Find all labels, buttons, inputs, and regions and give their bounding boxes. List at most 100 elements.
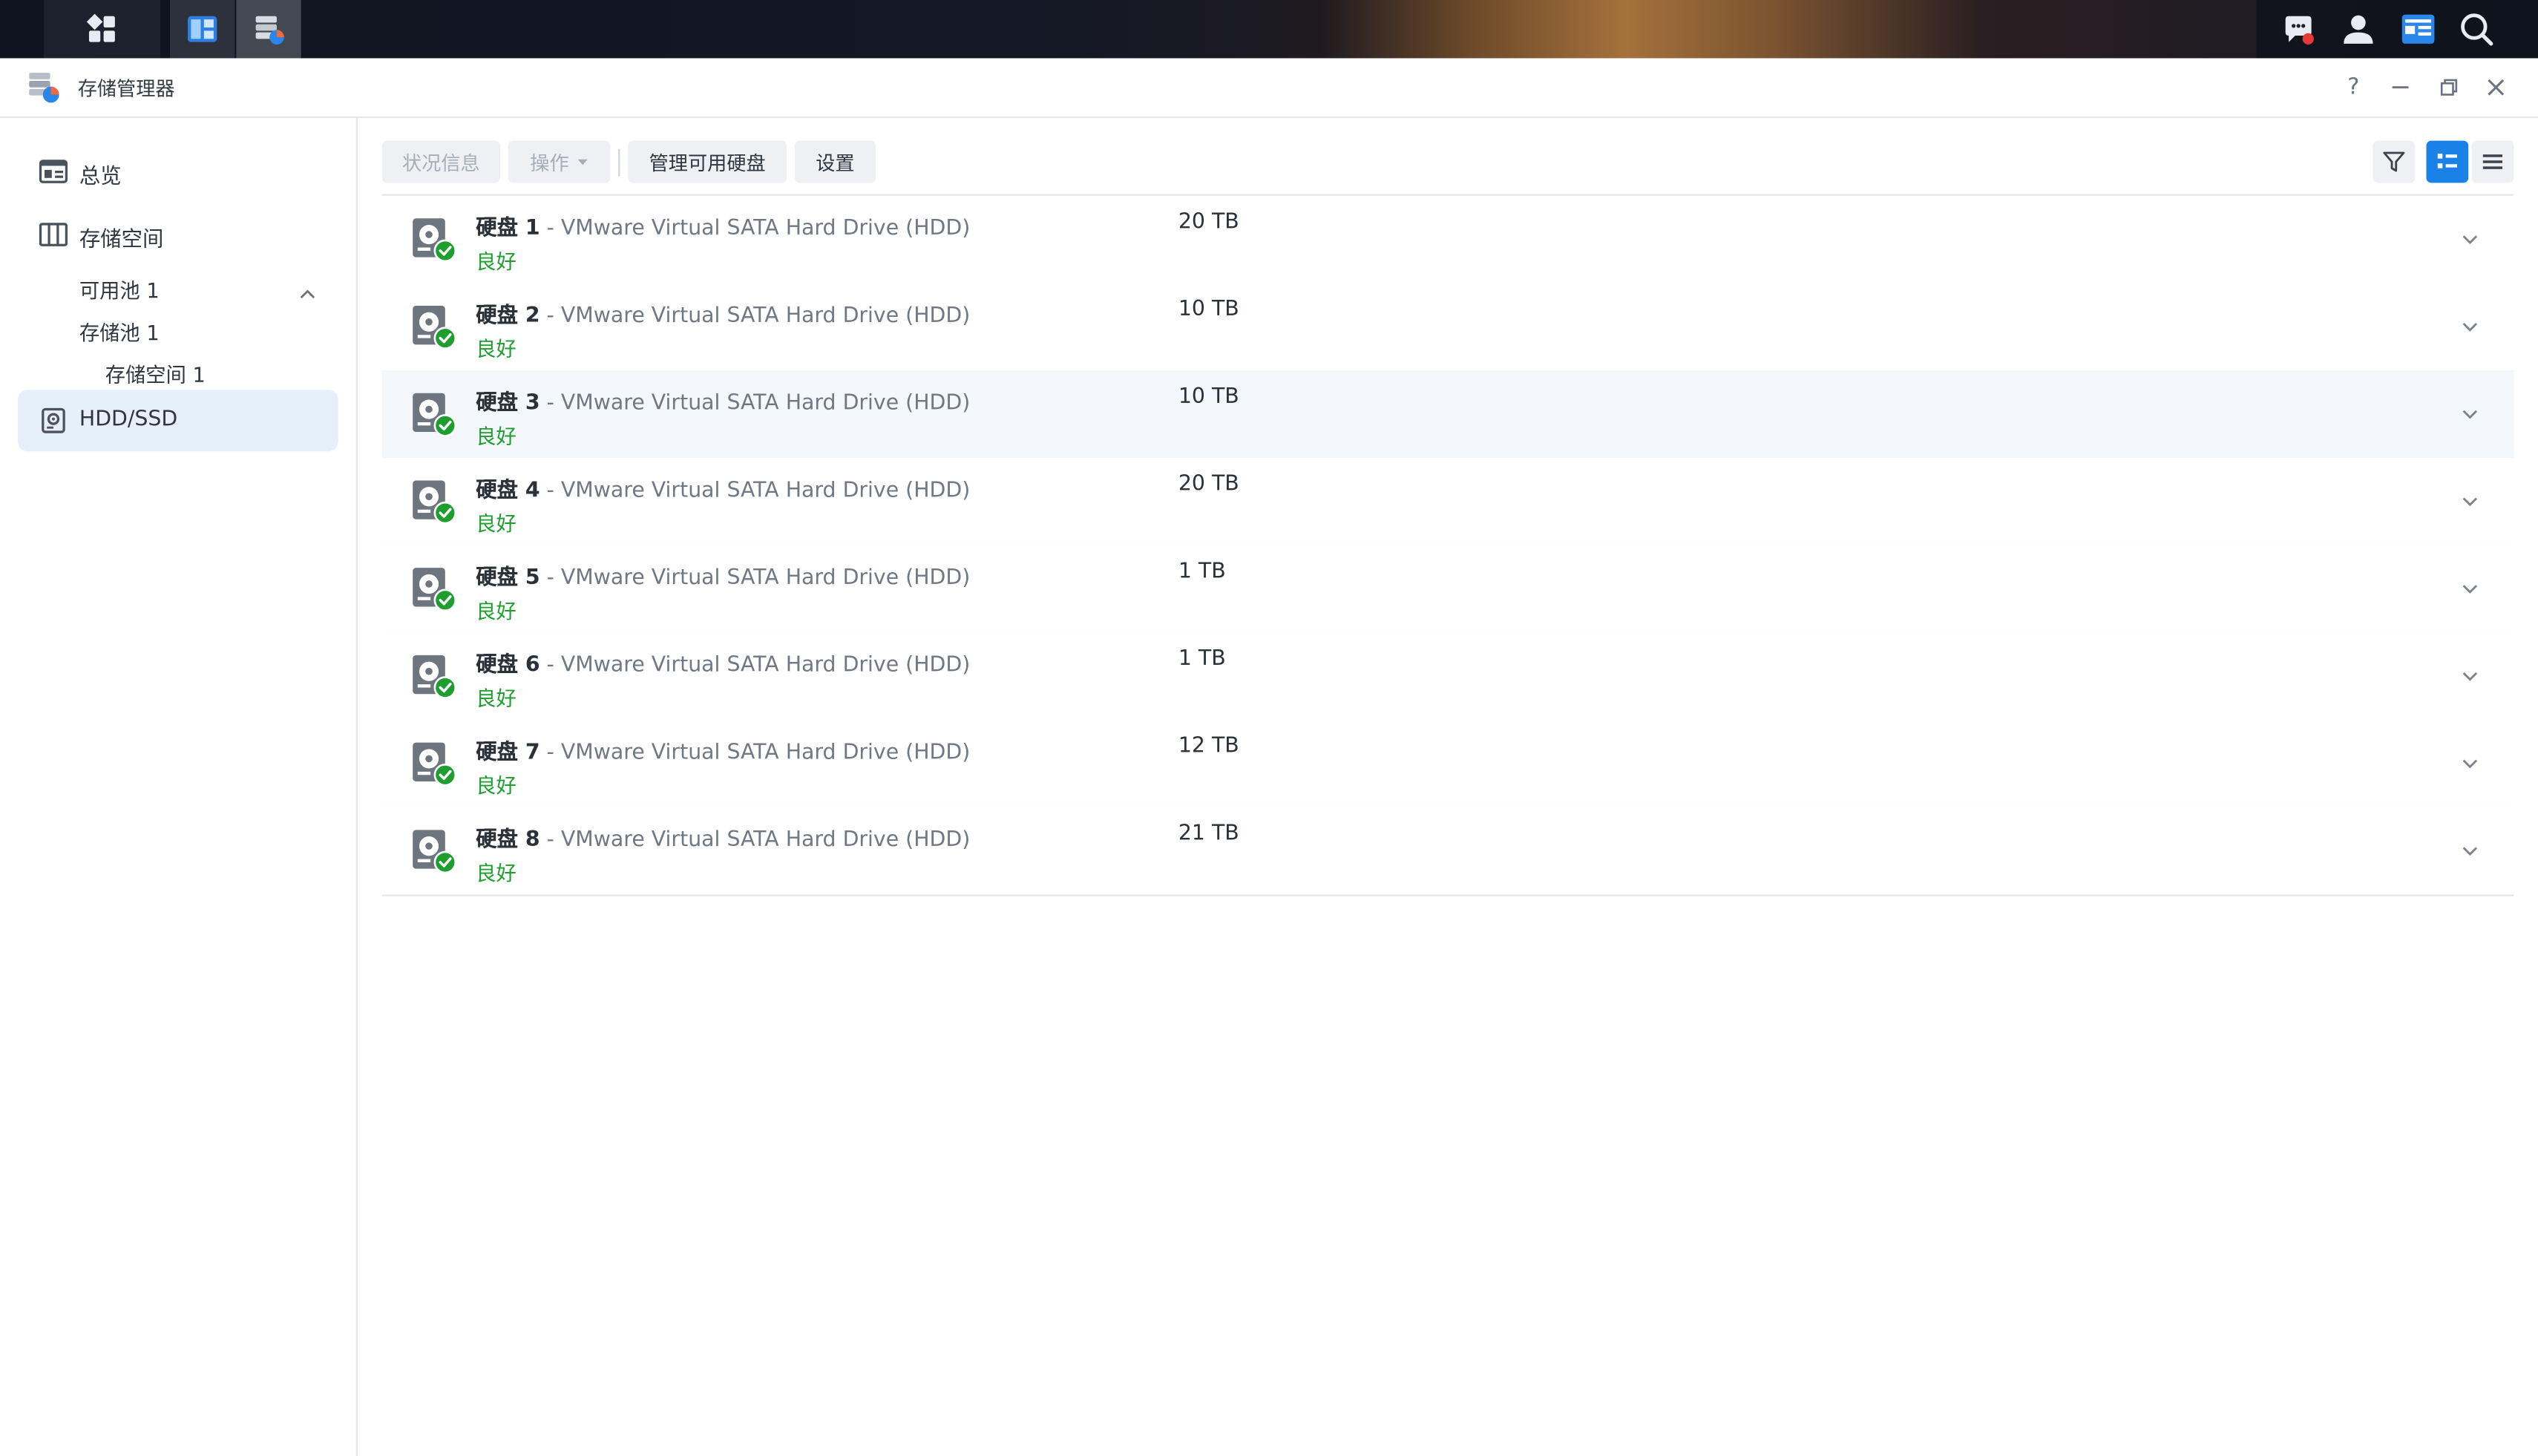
storage-manager-app-icon: [29, 73, 59, 103]
sidebar-item-volume[interactable]: 存储空间 1: [105, 358, 206, 388]
sidebar-item-available-pool[interactable]: 可用池 1: [79, 273, 160, 304]
sidebar-item-storage-pool[interactable]: 存储池 1: [79, 315, 160, 346]
disk-row[interactable]: 硬盘 2 - VMware Virtual SATA Hard Drive (H…: [381, 283, 2514, 373]
disk-status: 良好: [476, 686, 517, 711]
disk-number: 6: [525, 653, 540, 678]
disk-model: - VMware Virtual SATA Hard Drive (HDD): [540, 741, 971, 766]
action-dropdown[interactable]: 操作: [508, 140, 611, 183]
disk-label: 硬盘 5: [476, 566, 540, 591]
disk-title: 硬盘 5 - VMware Virtual SATA Hard Drive (H…: [476, 560, 970, 591]
disk-model: - VMware Virtual SATA Hard Drive (HDD): [540, 391, 971, 416]
chevron-down-icon[interactable]: [2459, 754, 2482, 773]
main-menu-button[interactable]: [43, 0, 160, 59]
taskbar-app-button[interactable]: [170, 0, 235, 59]
sidebar-item-storage[interactable]: 存储空间: [18, 204, 338, 266]
disk-row[interactable]: 硬盘 4 - VMware Virtual SATA Hard Drive (H…: [381, 457, 2514, 547]
disk-title: 硬盘 2 - VMware Virtual SATA Hard Drive (H…: [476, 298, 971, 329]
user-button[interactable]: [2341, 11, 2376, 47]
disk-icon: [413, 655, 457, 699]
sidebar-item-label: 存储空间: [79, 228, 164, 253]
taskbar-storage-manager-button[interactable]: [236, 0, 301, 59]
taskbar: [0, 0, 2538, 59]
chat-icon: [2285, 16, 2314, 45]
disk-label-text: 硬盘: [476, 391, 518, 416]
widget-icon: [2401, 14, 2435, 44]
sidebar-item-label: 总览: [79, 165, 122, 190]
chevron-down-icon[interactable]: [2459, 579, 2482, 598]
widget-button[interactable]: [2401, 11, 2436, 47]
disk-label-text: 硬盘: [476, 304, 518, 329]
disk-title: 硬盘 7 - VMware Virtual SATA Hard Drive (H…: [476, 735, 970, 765]
minimize-button[interactable]: [2386, 73, 2415, 102]
restore-button[interactable]: [2434, 73, 2463, 102]
overview-icon: [39, 160, 68, 183]
disk-label: 硬盘 7: [476, 741, 540, 765]
status-info-button[interactable]: 状况信息: [381, 140, 500, 183]
disk-label: 硬盘 8: [476, 828, 540, 853]
disk-row[interactable]: 硬盘 6 - VMware Virtual SATA Hard Drive (H…: [381, 632, 2514, 722]
chevron-up-icon[interactable]: [298, 285, 317, 304]
chevron-down-icon[interactable]: [2459, 230, 2482, 249]
disk-label-text: 硬盘: [476, 217, 518, 241]
disk-status: 良好: [476, 424, 517, 448]
filter-button[interactable]: [2373, 140, 2416, 183]
disk-row[interactable]: 硬盘 7 - VMware Virtual SATA Hard Drive (H…: [381, 720, 2514, 809]
chevron-down-icon[interactable]: [2459, 317, 2482, 336]
disk-title: 硬盘 3 - VMware Virtual SATA Hard Drive (H…: [476, 385, 970, 416]
disk-size: 20 TB: [1178, 210, 1239, 235]
disk-number: 1: [525, 217, 540, 241]
search-button[interactable]: [2459, 11, 2494, 47]
disk-model: - VMware Virtual SATA Hard Drive (HDD): [540, 828, 971, 853]
close-icon: [2488, 79, 2505, 96]
disk-row[interactable]: 硬盘 5 - VMware Virtual SATA Hard Drive (H…: [381, 545, 2514, 634]
window-titlebar[interactable]: 存储管理器 ?: [0, 58, 2538, 119]
disk-status: 良好: [476, 773, 517, 798]
chevron-down-icon[interactable]: [2459, 842, 2482, 861]
disk-row[interactable]: 硬盘 1 - VMware Virtual SATA Hard Drive (H…: [381, 195, 2514, 285]
disk-status: 良好: [476, 860, 517, 885]
disk-icon: [413, 393, 457, 437]
help-button[interactable]: ?: [2339, 73, 2368, 102]
card-view-icon: [2437, 154, 2457, 168]
disk-status: 良好: [476, 511, 517, 536]
sidebar-item-overview[interactable]: 总览: [18, 141, 338, 203]
user-icon: [2344, 15, 2373, 44]
list-view-button[interactable]: [2471, 140, 2514, 183]
list-view-icon: [2482, 154, 2503, 169]
disk-label-text: 硬盘: [476, 828, 518, 853]
filter-icon: [2383, 151, 2405, 172]
settings-button[interactable]: 设置: [794, 140, 876, 183]
disk-icon: [413, 830, 457, 874]
manage-disks-button[interactable]: 管理可用硬盘: [628, 140, 787, 183]
storage-manager-icon: [255, 16, 284, 45]
disk-size: 21 TB: [1178, 822, 1239, 847]
disk-title: 硬盘 8 - VMware Virtual SATA Hard Drive (H…: [476, 822, 971, 853]
disk-row[interactable]: 硬盘 8 - VMware Virtual SATA Hard Drive (H…: [381, 807, 2514, 896]
chat-button[interactable]: [2280, 11, 2316, 47]
disk-size: 10 TB: [1178, 384, 1239, 410]
disk-model: - VMware Virtual SATA Hard Drive (HDD): [540, 653, 971, 678]
search-icon: [2461, 13, 2493, 46]
card-view-button[interactable]: [2426, 140, 2469, 183]
disk-size: 20 TB: [1178, 472, 1239, 497]
close-button[interactable]: [2482, 73, 2511, 102]
disk-number: 8: [525, 828, 540, 853]
disk-number: 4: [525, 479, 540, 503]
disk-row[interactable]: 硬盘 3 - VMware Virtual SATA Hard Drive (H…: [381, 370, 2514, 460]
minimize-icon: [2392, 86, 2409, 89]
chevron-down-icon[interactable]: [2459, 492, 2482, 511]
disk-number: 3: [525, 391, 540, 416]
disk-model: - VMware Virtual SATA Hard Drive (HDD): [540, 304, 971, 329]
sidebar-item-hdd-ssd[interactable]: HDD/SSD: [17, 390, 338, 452]
disk-number: 5: [525, 566, 540, 591]
disk-label: 硬盘 2: [476, 304, 540, 329]
disk-status: 良好: [476, 336, 517, 361]
storage-space-icon: [39, 223, 68, 246]
taskbar-tray: [2256, 0, 2538, 59]
chevron-down-icon[interactable]: [2459, 666, 2482, 686]
toolbar-separator: [618, 148, 620, 177]
chevron-down-icon[interactable]: [2459, 404, 2482, 424]
disk-size: 1 TB: [1178, 647, 1226, 672]
disk-icon: [413, 218, 457, 263]
disk-icon: [413, 306, 457, 350]
